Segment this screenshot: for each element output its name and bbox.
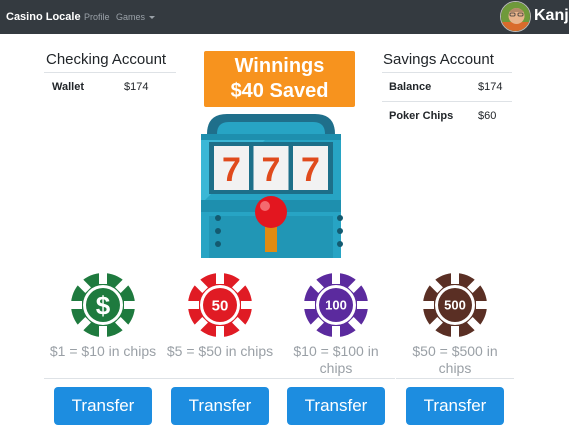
divider bbox=[382, 72, 512, 73]
divider bbox=[277, 378, 395, 379]
chip-denomination: 50 bbox=[212, 297, 229, 314]
transfer-button[interactable]: Transfer bbox=[406, 387, 504, 425]
divider bbox=[161, 378, 279, 379]
nav-profile-link[interactable]: Profile bbox=[84, 12, 110, 22]
divider bbox=[44, 378, 162, 379]
chevron-down-icon bbox=[149, 16, 156, 19]
chip-denomination: 100 bbox=[325, 298, 347, 313]
poker-chip-icon: 100 bbox=[303, 272, 369, 338]
chip-exchange-rate: $10 = $100 in chips bbox=[293, 343, 379, 376]
brand-link[interactable]: Casino Locale bbox=[6, 11, 81, 23]
slot-band bbox=[201, 134, 341, 140]
lever-knob bbox=[255, 196, 287, 228]
transfer-button[interactable]: Transfer bbox=[287, 387, 385, 425]
username[interactable]: Kanji bbox=[534, 7, 569, 25]
poker-chips-value: $60 bbox=[478, 110, 497, 122]
chip-exchange-rate: $50 = $500 in chips bbox=[412, 343, 498, 376]
chip-exchange-rate: $1 = $10 in chips bbox=[49, 343, 157, 359]
avatar[interactable] bbox=[500, 1, 531, 32]
balance-value: $174 bbox=[478, 81, 503, 93]
chip-denomination: $ bbox=[96, 290, 111, 320]
poker-chips-label: Poker Chips bbox=[389, 110, 454, 122]
chip-denomination: 500 bbox=[444, 298, 466, 313]
balance-label: Balance bbox=[389, 81, 432, 93]
transfer-button[interactable]: Transfer bbox=[54, 387, 152, 425]
wallet-label: Wallet bbox=[52, 81, 84, 93]
reel-3-symbol: 7 bbox=[301, 151, 320, 189]
navbar: Casino Locale Profile Games Kanji bbox=[0, 0, 569, 34]
reel-1-symbol: 7 bbox=[222, 151, 241, 189]
transfer-button[interactable]: Transfer bbox=[171, 387, 269, 425]
reel-2-symbol: 7 bbox=[262, 151, 281, 189]
slot-top-inner bbox=[217, 122, 325, 134]
winnings-amount: $40 Saved bbox=[230, 80, 329, 102]
slot-machine-icon: 7 7 7 bbox=[201, 114, 343, 258]
divider bbox=[396, 378, 514, 379]
poker-chip-icon: $ bbox=[70, 272, 136, 338]
winnings-banner: Winnings $40 Saved bbox=[204, 51, 355, 107]
poker-chip-icon: 50 bbox=[187, 272, 253, 338]
poker-chip-icon: 500 bbox=[422, 272, 488, 338]
user-photo-icon bbox=[501, 2, 530, 31]
divider bbox=[382, 101, 512, 102]
savings-account-title: Savings Account bbox=[383, 51, 494, 68]
nav-games-label: Games bbox=[116, 12, 146, 22]
wallet-value: $174 bbox=[124, 81, 149, 93]
divider bbox=[44, 72, 176, 73]
nav-games-dropdown[interactable]: Games bbox=[116, 12, 156, 22]
chip-exchange-rate: $5 = $50 in chips bbox=[166, 343, 274, 359]
winnings-title: Winnings bbox=[234, 55, 325, 77]
checking-account-title: Checking Account bbox=[46, 51, 167, 68]
